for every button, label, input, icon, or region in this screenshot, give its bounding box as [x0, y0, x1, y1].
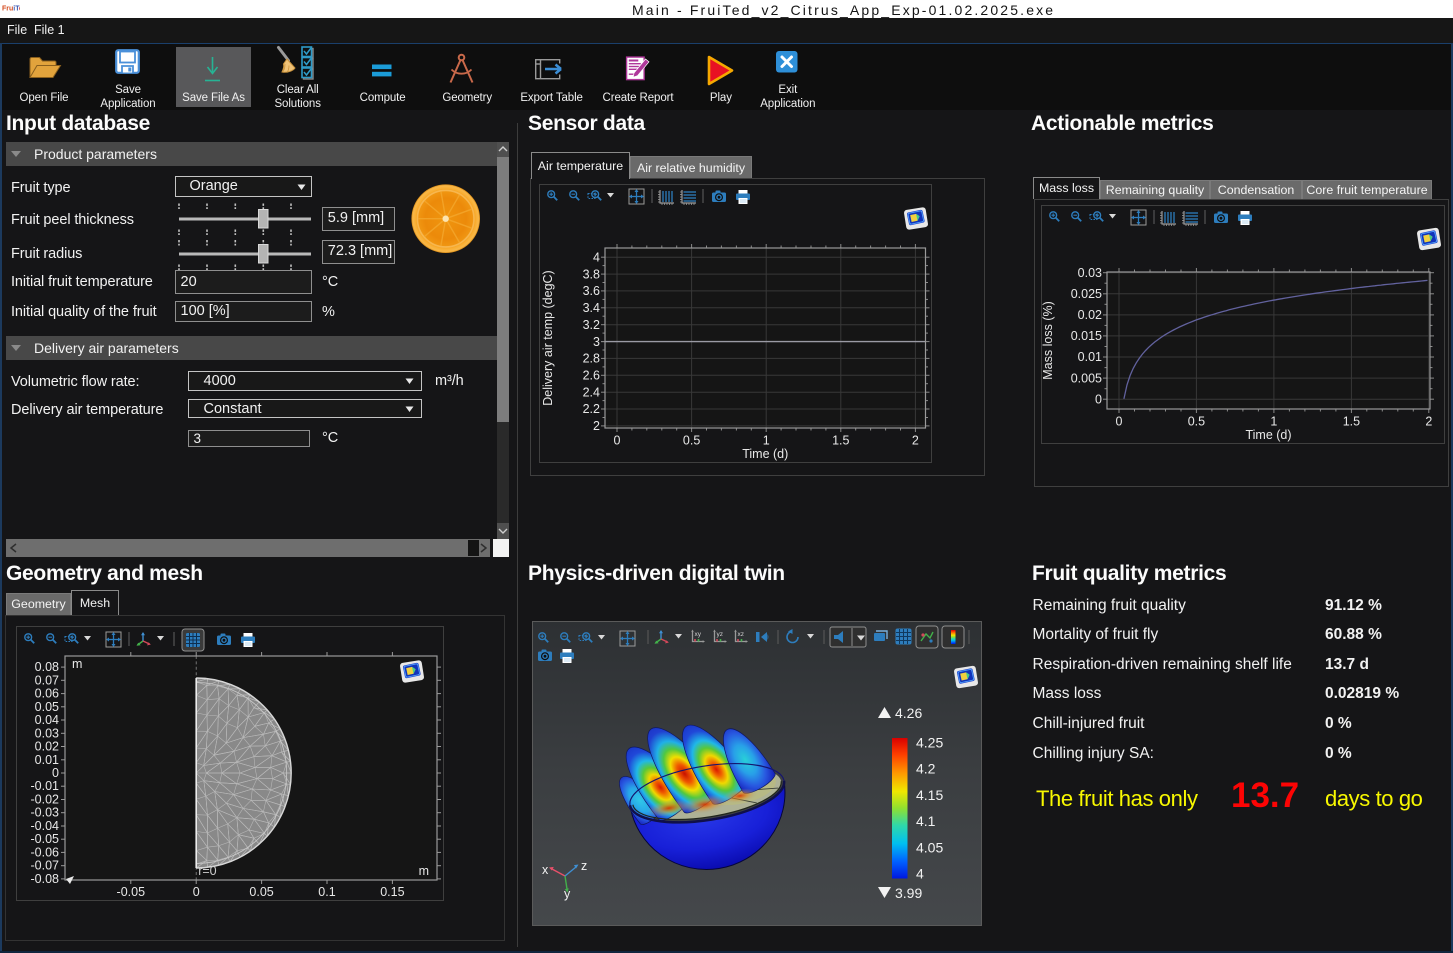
svg-text:0.15: 0.15 [380, 885, 404, 899]
svg-text:0.07: 0.07 [35, 673, 59, 687]
svg-text:Time (d): Time (d) [742, 447, 788, 461]
svg-text:0.08: 0.08 [35, 660, 59, 674]
svg-text:0.005: 0.005 [1071, 371, 1102, 385]
svg-text:Time (d): Time (d) [1245, 428, 1291, 442]
svg-text:0.03: 0.03 [1078, 266, 1102, 280]
svg-text:4.2: 4.2 [916, 761, 936, 777]
svg-text:-0.08: -0.08 [31, 872, 60, 886]
svg-text:0.5: 0.5 [683, 434, 700, 448]
svg-text:3: 3 [593, 335, 600, 349]
svg-text:2: 2 [1425, 415, 1432, 429]
svg-text:0.04: 0.04 [35, 713, 59, 727]
svg-text:0.5: 0.5 [1188, 415, 1205, 429]
svg-text:m: m [72, 657, 82, 671]
svg-text:z: z [581, 859, 587, 873]
svg-text:0: 0 [614, 434, 621, 448]
svg-text:0.025: 0.025 [1071, 287, 1102, 301]
svg-text:2.4: 2.4 [583, 385, 600, 399]
svg-text:r=0: r=0 [198, 864, 216, 878]
svg-text:4.26: 4.26 [895, 705, 922, 721]
svg-text:-0.04: -0.04 [31, 819, 60, 833]
svg-text:2.8: 2.8 [583, 352, 600, 366]
svg-text:0.05: 0.05 [35, 700, 59, 714]
svg-text:2.2: 2.2 [583, 402, 600, 416]
svg-text:-0.02: -0.02 [31, 793, 60, 807]
svg-text:m: m [419, 864, 429, 878]
svg-text:3.2: 3.2 [583, 318, 600, 332]
svg-text:1: 1 [1270, 415, 1277, 429]
svg-text:2: 2 [912, 434, 919, 448]
svg-text:-0.07: -0.07 [31, 859, 60, 873]
svg-text:-0.01: -0.01 [31, 779, 60, 793]
svg-text:FruiTed: FruiTed [2, 6, 20, 13]
svg-text:4: 4 [593, 250, 600, 264]
svg-text:x: x [542, 863, 549, 877]
svg-text:xy: xy [695, 631, 702, 638]
svg-text:3.4: 3.4 [583, 301, 600, 315]
svg-text:0.06: 0.06 [35, 687, 59, 701]
svg-text:0: 0 [52, 766, 59, 780]
svg-text:3.8: 3.8 [583, 267, 600, 281]
svg-text:y: y [564, 887, 571, 901]
svg-text:0.01: 0.01 [1078, 350, 1102, 364]
svg-text:4.1: 4.1 [916, 813, 936, 829]
svg-text:Delivery air temp (degC): Delivery air temp (degC) [541, 270, 555, 405]
svg-text:0.015: 0.015 [1071, 329, 1102, 343]
svg-text:4.25: 4.25 [916, 735, 943, 751]
svg-text:0.02: 0.02 [35, 740, 59, 754]
svg-text:-0.05: -0.05 [31, 832, 60, 846]
svg-text:Mass loss (%): Mass loss (%) [1041, 301, 1055, 379]
svg-text:0.02: 0.02 [1078, 308, 1102, 322]
svg-text:xz: xz [738, 631, 745, 638]
svg-text:3.99: 3.99 [895, 885, 922, 901]
svg-text:0: 0 [1095, 392, 1102, 406]
svg-text:-0.05: -0.05 [117, 885, 146, 899]
svg-text:-0.03: -0.03 [31, 806, 60, 820]
svg-text:2: 2 [593, 419, 600, 433]
svg-text:-0.06: -0.06 [31, 845, 60, 859]
svg-text:yz: yz [717, 631, 724, 638]
svg-text:4: 4 [916, 866, 924, 882]
svg-text:0.05: 0.05 [249, 885, 273, 899]
svg-text:0: 0 [193, 885, 200, 899]
svg-text:3.6: 3.6 [583, 284, 600, 298]
svg-text:0: 0 [1116, 415, 1123, 429]
svg-text:1: 1 [763, 434, 770, 448]
svg-text:0.03: 0.03 [35, 726, 59, 740]
svg-text:1.5: 1.5 [832, 434, 849, 448]
svg-text:4.15: 4.15 [916, 787, 943, 803]
svg-text:1.5: 1.5 [1343, 415, 1360, 429]
svg-text:2.6: 2.6 [583, 369, 600, 383]
svg-text:0.01: 0.01 [35, 753, 59, 767]
svg-text:0.1: 0.1 [318, 885, 335, 899]
svg-text:4.05: 4.05 [916, 839, 943, 855]
